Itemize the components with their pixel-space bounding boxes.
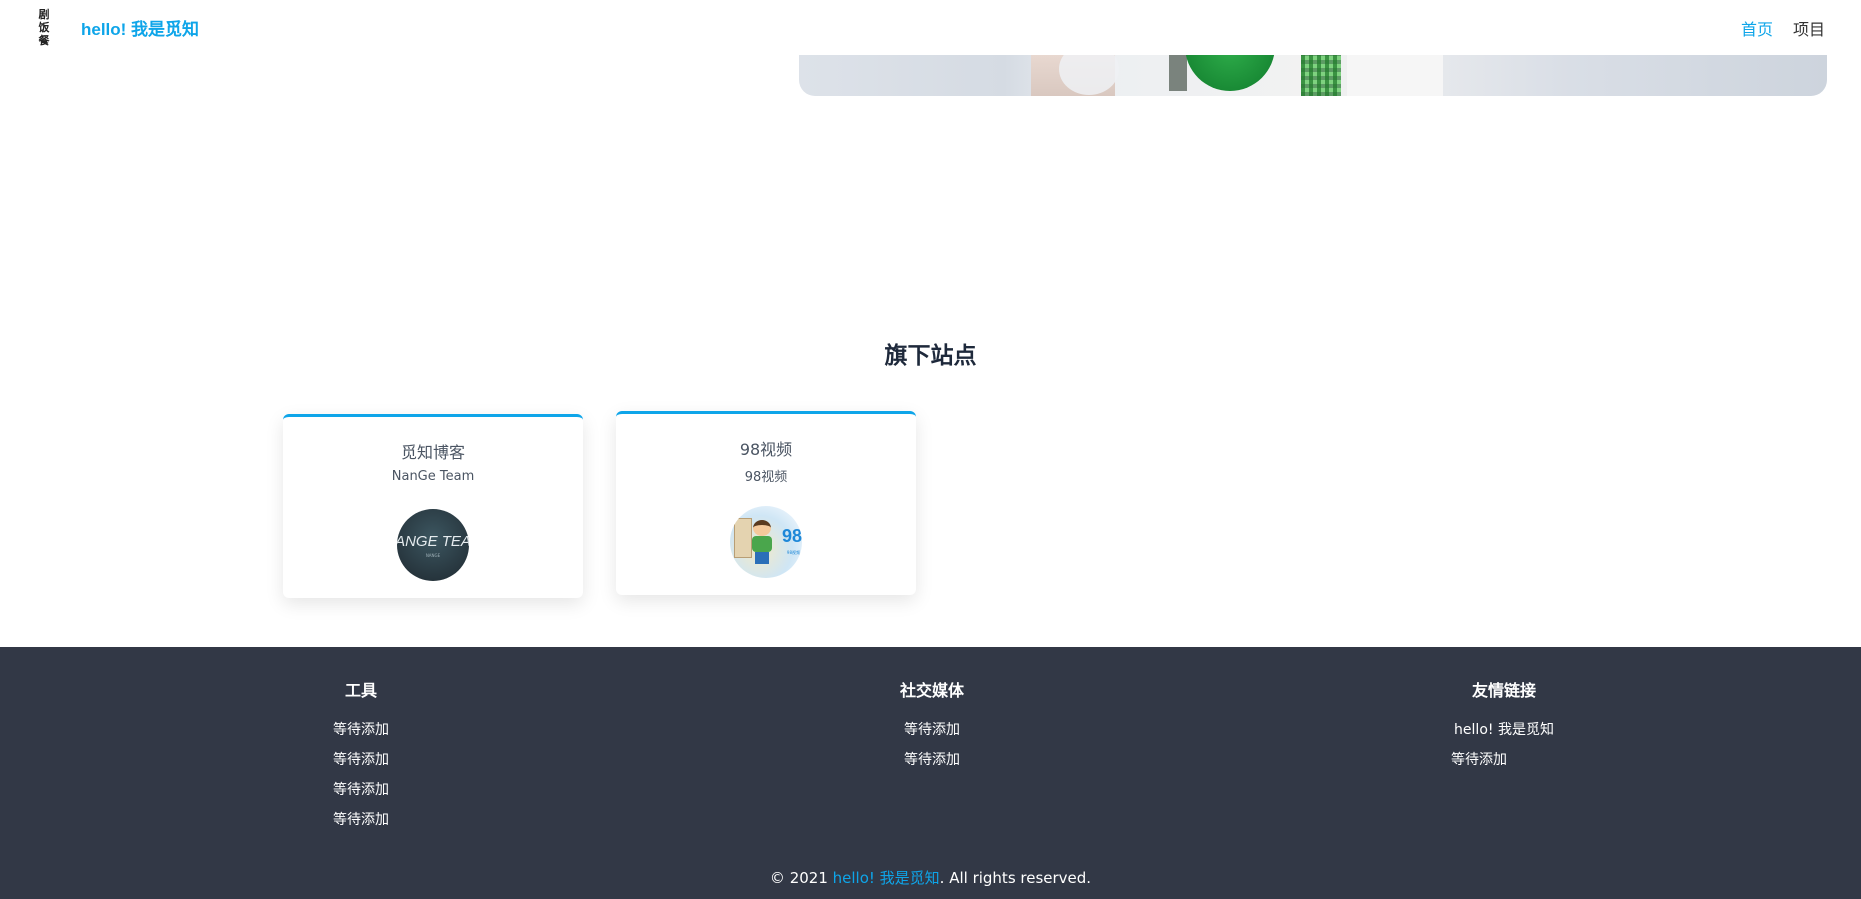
hero-image-detail [1301,55,1341,96]
footer-link[interactable]: 等待添加 [311,745,411,775]
footer-column-tools: 工具 等待添加 等待添加 等待添加 等待添加 [311,677,411,835]
site-card-video[interactable]: 98视频 98视频 98 98视频 [616,411,916,595]
card-title: 98视频 [739,440,793,459]
site-card-blog[interactable]: 觅知博客 NanGe Team ANGE TEA NANGE [283,414,583,598]
copyright-suffix: . All rights reserved. [939,869,1092,887]
card-subtitle: NanGe Team [391,469,475,484]
brand-title[interactable]: hello! 我是觅知 [81,15,199,40]
footer-column-social: 社交媒体 等待添加 等待添加 [882,677,982,775]
card-avatar: 98 98视频 [730,506,802,578]
copyright-prefix: © 2021 [769,869,833,887]
copyright-brand-link[interactable]: hello! 我是觅知 [833,869,940,887]
avatar-logo-text: ANGE TEA [397,532,469,550]
footer-link[interactable]: 等待添加 [311,775,411,805]
avatar-logo-text: 98 [781,526,802,546]
logo-char: 剧 [38,7,50,21]
footer-link[interactable]: 等待添加 [1404,745,1604,775]
section-title: 旗下站点 [884,343,977,369]
site-footer: 工具 等待添加 等待添加 等待添加 等待添加 社交媒体 等待添加 等待添加 友情… [0,647,1861,899]
hero-banner-image [799,55,1827,96]
logo-char: 饭 [38,20,50,34]
card-subtitle: 98视频 [744,470,788,485]
logo-char: 餐 [38,33,50,47]
avatar-logo-subtext: 98视频 [786,550,800,555]
hero-image-detail [1347,55,1443,96]
nav-home[interactable]: 首页 [1741,16,1773,40]
card-avatar: ANGE TEA NANGE [397,509,469,581]
avatar-logo-subtext: NANGE [425,553,441,558]
footer-link[interactable]: 等待添加 [882,715,982,745]
card-title: 觅知博客 [400,443,465,462]
hero-image-detail [1169,55,1187,91]
footer-column-title: 社交媒体 [899,681,964,700]
hero-image-detail [1185,55,1275,91]
footer-link[interactable]: 等待添加 [882,745,982,775]
footer-link[interactable]: hello! 我是觅知 [1404,715,1604,745]
site-logo[interactable]: 剧 饭 餐 [32,6,56,48]
footer-link[interactable]: 等待添加 [311,715,411,745]
main-nav: 首页 项目 [1741,16,1825,40]
nav-projects[interactable]: 项目 [1793,16,1825,40]
footer-link[interactable]: 等待添加 [311,805,411,835]
footer-column-title: 友情链接 [1471,681,1536,700]
footer-column-title: 工具 [344,681,377,700]
top-header: 剧 饭 餐 hello! 我是觅知 首页 项目 [0,0,1861,55]
avatar-illustration [750,520,774,566]
copyright: © 2021 hello! 我是觅知. All rights reserved. [0,867,1861,888]
footer-column-friend-links: 友情链接 hello! 我是觅知 等待添加 [1404,677,1604,775]
